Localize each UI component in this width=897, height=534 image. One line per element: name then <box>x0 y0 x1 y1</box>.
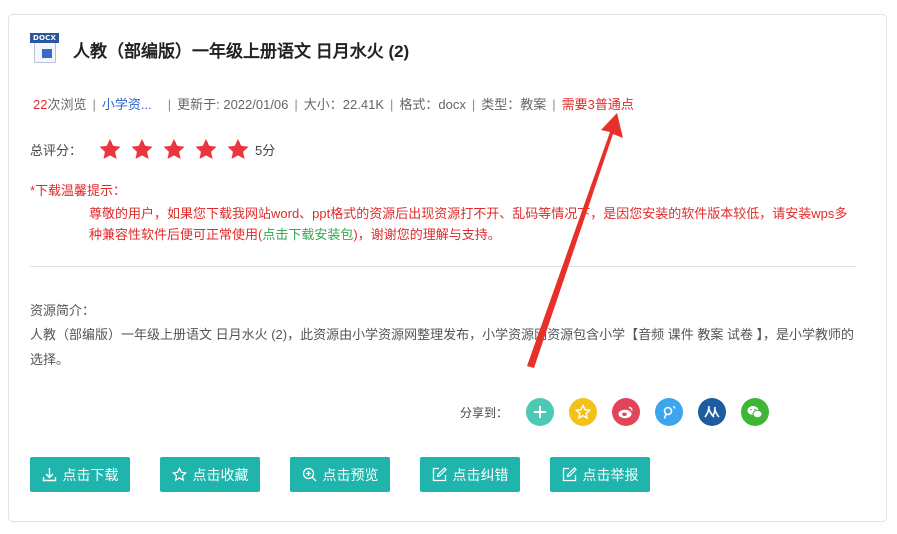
resource-card <box>8 14 887 522</box>
category-link[interactable]: 小学资... <box>102 97 152 112</box>
rating-star-icon <box>94 136 126 162</box>
resource-type: 类型：教案 <box>481 97 547 112</box>
rating-row: 总评分： 5分 <box>30 136 275 162</box>
zoom-icon <box>302 467 316 482</box>
rating-star-icon <box>158 136 190 162</box>
rating-star-icon <box>126 136 158 162</box>
download-icon <box>42 468 56 482</box>
preview-button[interactable]: 点击预览 <box>290 457 390 492</box>
download-tips-title: *下载温馨提示： <box>30 183 127 198</box>
views-label: 次浏览 <box>47 97 87 112</box>
rating-star-icon <box>190 136 222 162</box>
star-rating <box>94 136 254 162</box>
updated-date: 更新于: 2022/01/06 <box>177 97 289 112</box>
download-tips-body: 尊敬的用户，如果您下载我网站word、ppt格式的资源后出现资源打不开、乱码等情… <box>89 206 848 242</box>
points-requirement: 需要3普通点 <box>561 97 634 112</box>
file-format: 格式：docx <box>399 97 466 112</box>
weibo-icon[interactable] <box>612 398 641 426</box>
favorite-button[interactable]: 点击收藏 <box>160 457 260 492</box>
share-bar: 分享到： <box>460 398 784 426</box>
rating-star-icon <box>222 136 254 162</box>
qzone-icon[interactable] <box>569 398 598 426</box>
resource-meta: 22次浏览 | 小学资... | 更新于: 2022/01/06 | 大小：22.41K | 格… <box>33 97 634 112</box>
divider <box>30 266 856 267</box>
title-row: DOCX 人教（部编版）一年级上册语文 日月水火 (2) <box>30 33 409 65</box>
download-installer-link[interactable]: 点击下载安装包 <box>262 227 353 242</box>
intro-body: 人教（部编版）一年级上册语文 日月水火 (2)，此资源由小学资源网整理发布，小学… <box>30 327 855 367</box>
edit-icon <box>562 467 577 482</box>
rating-label: 总评分： <box>30 142 83 158</box>
tencent-weibo-icon[interactable] <box>655 398 684 426</box>
share-label: 分享到： <box>460 405 509 420</box>
file-type-tag: DOCX <box>30 33 60 43</box>
views-count: 22 <box>33 97 48 112</box>
page-title: 人教（部编版）一年级上册语文 日月水火 (2) <box>73 41 410 61</box>
report-button[interactable]: 点击举报 <box>550 457 650 492</box>
share-more-icon[interactable] <box>526 398 555 426</box>
edit-icon <box>432 467 447 482</box>
intro-title: 资源简介： <box>30 303 96 318</box>
renren-icon[interactable] <box>698 398 727 426</box>
action-buttons: 点击下载 点击收藏 点击预览 点击纠错 点击举报 <box>30 457 680 492</box>
star-outline-icon <box>171 467 187 482</box>
rating-score: 5分 <box>255 142 276 158</box>
download-button[interactable]: 点击下载 <box>30 457 130 492</box>
file-size: 大小：22.41K <box>303 97 384 112</box>
wechat-icon[interactable] <box>741 398 770 426</box>
correct-button[interactable]: 点击纠错 <box>420 457 520 492</box>
docx-file-icon: DOCX <box>30 33 60 65</box>
